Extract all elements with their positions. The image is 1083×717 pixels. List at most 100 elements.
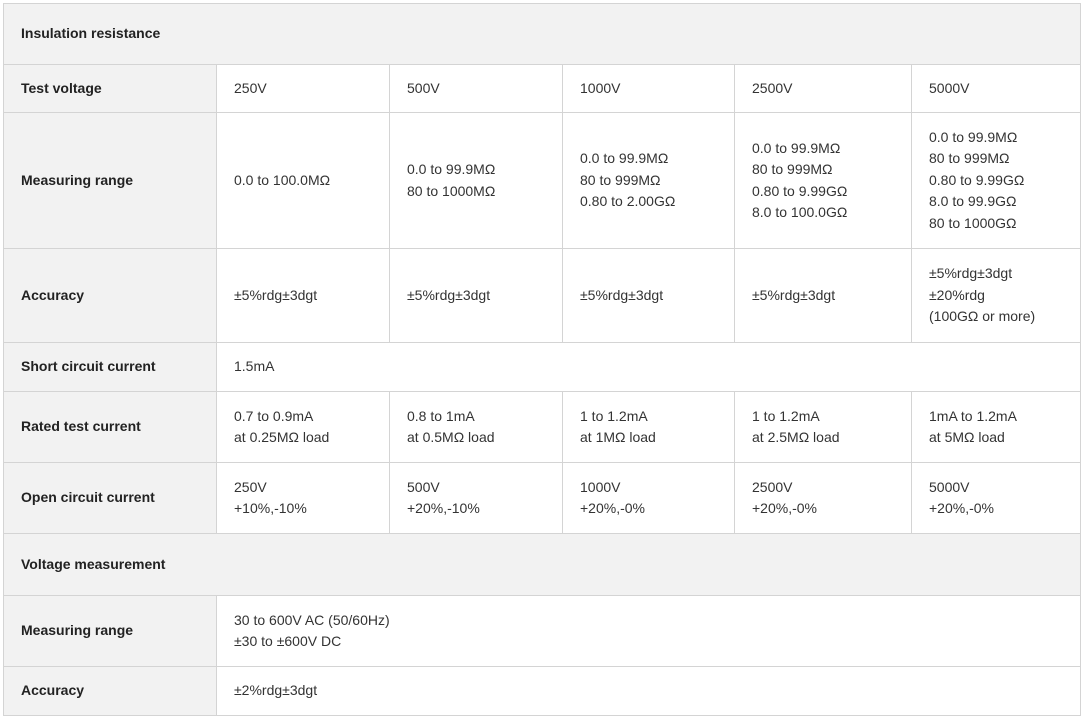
value-line: ±5%rdg±3dgt [752, 286, 836, 303]
value-line: 1mA to 1.2mA [929, 407, 1017, 424]
value-line: ±30 to ±600V DC [234, 633, 342, 649]
value-line: ±5%rdg±3dgt [407, 286, 491, 303]
row-measuring-range: Measuring range 0.0 to 100.0MΩ 0.0 to 99.9… [3, 112, 1082, 249]
section-title: Insulation resistance [2, 3, 1082, 65]
row-label-text: Test voltage [21, 79, 102, 96]
value-cell: 5000V +20%,-0% [910, 462, 1082, 534]
value-cell: 1000V [562, 64, 735, 113]
row-label: Measuring range [3, 112, 217, 249]
value-cell: 500V [389, 64, 563, 113]
row-label: Test voltage [3, 64, 217, 113]
value-line: +20%,-10% [407, 500, 480, 516]
row-label-text: Short circuit current [21, 358, 156, 375]
value-line: 0.0 to 99.9MΩ [929, 128, 1018, 145]
row-short-circuit-current: Short circuit current 1.5mA [3, 342, 1082, 392]
value-cell: 250V +10%,-10% [216, 462, 390, 534]
row-label: Short circuit current [3, 342, 217, 392]
value-line: +20%,-0% [752, 500, 817, 516]
value-line: 80 to 999MΩ [752, 161, 833, 177]
value-cell: ±5%rdg±3dgt [734, 248, 912, 343]
value-line: 0.7 to 0.9mA [234, 407, 314, 424]
value-line: +10%,-10% [234, 500, 307, 516]
value-line: 80 to 999MΩ [929, 150, 1010, 167]
value-line: (100GΩ or more) [929, 308, 1036, 325]
value-line: 2500V [752, 79, 793, 96]
value-line: 0.0 to 99.9MΩ [752, 139, 841, 156]
value-cell: 1 to 1.2mA at 1MΩ load [562, 391, 735, 463]
value-line: ±20%rdg [929, 286, 985, 303]
value-line: 1 to 1.2mA [752, 407, 820, 424]
value-cell: 0.7 to 0.9mA at 0.25MΩ load [216, 391, 390, 463]
section-voltage: Voltage measurement [2, 533, 1082, 596]
value-line: 0.0 to 99.9MΩ [407, 161, 496, 177]
row-label-text: Rated test current [21, 418, 141, 435]
value-line: 0.0 to 100.0MΩ [234, 171, 331, 188]
value-cell: ±2%rdg±3dgt [215, 666, 1082, 716]
value-cell: 30 to 600V AC (50/60Hz) ±30 to ±600V DC [215, 595, 1082, 667]
value-cell: ±5%rdg±3dgt [216, 248, 390, 343]
value-line: at 5MΩ load [929, 429, 1005, 445]
value-line: ±5%rdg±3dgt [234, 286, 318, 303]
section-title-text: Insulation resistance [21, 25, 161, 42]
value-line: 0.0 to 99.9MΩ [580, 150, 669, 167]
value-line: 1000V [580, 478, 621, 495]
value-cell: 2500V +20%,-0% [734, 462, 912, 534]
value-cell: 0.8 to 1mA at 0.5MΩ load [389, 391, 563, 463]
value-line: 500V [407, 478, 440, 495]
row-label: Accuracy [3, 666, 217, 716]
value-line: 1.5mA [234, 358, 275, 375]
value-line: 0.80 to 9.99GΩ [929, 171, 1025, 188]
value-line: ±5%rdg±3dgt [929, 265, 1013, 282]
value-line: 0.80 to 2.00GΩ [580, 193, 676, 210]
value-cell: 2500V [734, 64, 912, 113]
value-cell: ±5%rdg±3dgt ±20%rdg (100GΩ or more) [910, 248, 1082, 343]
row-voltage-measuring-range: Measuring range 30 to 600V AC (50/60Hz) ±3… [3, 595, 1082, 667]
row-accuracy: Accuracy ±5%rdg±3dgt ±5%rdg±3dgt ±5%rdg±3dg… [3, 248, 1082, 343]
value-line: 1 to 1.2mA [580, 407, 648, 424]
value-line: 30 to 600V AC (50/60Hz) [234, 611, 390, 628]
value-line: 80 to 1000MΩ [407, 182, 496, 199]
section-title: Voltage measurement [2, 533, 1082, 596]
value-line: +20%,-0% [580, 500, 645, 516]
value-line: 2500V [752, 478, 793, 495]
value-cell: 1mA to 1.2mA at 5MΩ load [910, 391, 1082, 463]
value-cell: ±5%rdg±3dgt [389, 248, 563, 343]
row-label: Open circuit current [3, 462, 217, 534]
value-cell: 0.0 to 99.9MΩ 80 to 999MΩ 0.80 to 2.00GΩ [562, 112, 735, 249]
value-line: at 2.5MΩ load [752, 429, 840, 445]
value-cell: 0.0 to 99.9MΩ 80 to 1000MΩ [389, 112, 563, 249]
value-cell: 500V +20%,-10% [389, 462, 563, 534]
value-cell: 0.0 to 99.9MΩ 80 to 999MΩ 0.80 to 9.99GΩ 8.… [910, 112, 1082, 249]
value-line: 5000V [929, 79, 970, 96]
value-cell: 1000V +20%,-0% [562, 462, 735, 534]
row-label-text: Measuring range [21, 171, 134, 188]
row-label: Accuracy [3, 248, 217, 343]
row-label: Rated test current [3, 391, 217, 463]
value-cell: 0.0 to 99.9MΩ 80 to 999MΩ 0.80 to 9.99GΩ 8.… [734, 112, 912, 249]
value-line: 0.8 to 1mA [407, 407, 475, 424]
value-cell: 1.5mA [215, 342, 1082, 392]
value-line: +20%,-0% [929, 500, 994, 516]
value-line: 80 to 1000GΩ [929, 214, 1017, 231]
value-cell: 1 to 1.2mA at 2.5MΩ load [734, 391, 912, 463]
value-line: at 0.5MΩ load [407, 429, 495, 445]
value-line: ±5%rdg±3dgt [580, 286, 664, 303]
value-cell: ±5%rdg±3dgt [562, 248, 735, 343]
value-cell: 5000V [910, 64, 1082, 113]
row-voltage-accuracy: Accuracy ±2%rdg±3dgt [3, 666, 1082, 716]
value-line: 8.0 to 99.9GΩ [929, 193, 1017, 210]
value-line: at 1MΩ load [580, 429, 656, 445]
row-label-text: Accuracy [21, 286, 85, 303]
section-title-text: Voltage measurement [21, 555, 166, 572]
value-line: 250V [234, 478, 267, 495]
row-label-text: Measuring range [21, 622, 134, 639]
value-cell: 250V [216, 64, 390, 113]
value-line: 0.80 to 9.99GΩ [752, 182, 848, 199]
value-cell: 0.0 to 100.0MΩ [216, 112, 390, 249]
row-label-text: Accuracy [21, 682, 85, 699]
spec-table: Insulation resistance Test voltage 250V 500… [2, 3, 1082, 716]
value-line: 5000V [929, 478, 970, 495]
row-test-voltage: Test voltage 250V 500V 1000V 2500V 5000V [3, 64, 1082, 113]
section-insulation: Insulation resistance [2, 3, 1082, 65]
value-line: 250V [234, 79, 267, 96]
